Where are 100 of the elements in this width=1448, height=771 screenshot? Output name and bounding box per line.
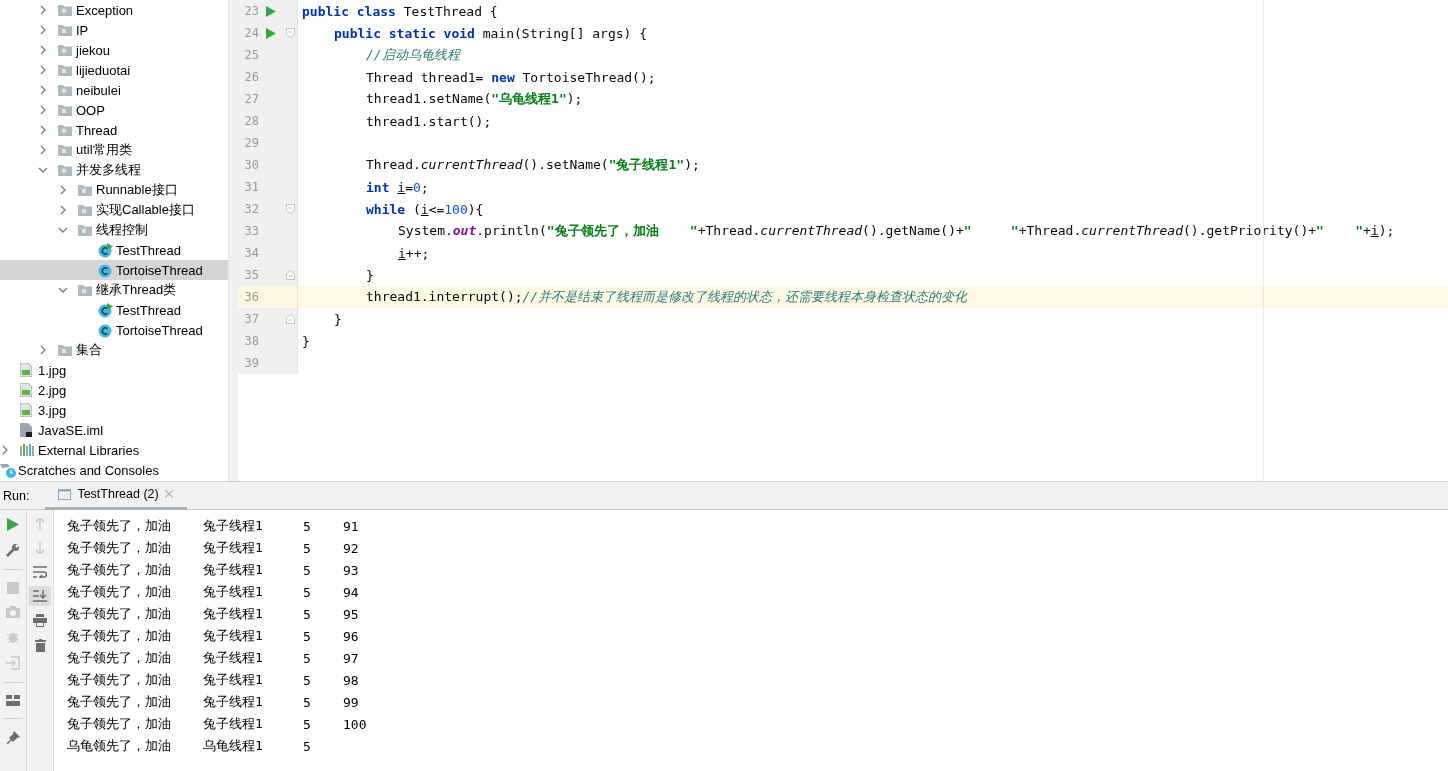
output-thread-name: 乌龟线程1	[203, 737, 264, 755]
tree-item[interactable]: 2.jpg	[0, 380, 228, 400]
tree-item-label: OOP	[76, 102, 105, 118]
code-line: thread1.start();	[365, 113, 492, 129]
output-count: 100	[343, 716, 368, 732]
soft-wrap-icon[interactable]	[33, 566, 47, 578]
run-tab[interactable]: TestThread (2)	[45, 481, 187, 510]
chevron-right-icon[interactable]	[38, 345, 48, 355]
output-priority: 5	[303, 672, 312, 688]
tree-item[interactable]: 继承Thread类	[0, 280, 228, 300]
chevron-right-icon[interactable]	[38, 85, 48, 95]
output-thread-name: 兔子线程1	[203, 693, 264, 711]
code-line: }	[301, 333, 310, 349]
output-count: 97	[343, 650, 360, 666]
output-thread-name: 兔子线程1	[203, 627, 264, 645]
chevron-down-icon[interactable]	[38, 165, 48, 175]
tree-item[interactable]: Runnable接口	[0, 180, 228, 200]
tree-item-label: neibulei	[76, 82, 121, 98]
folder-icon	[58, 344, 72, 356]
folder-icon	[58, 144, 72, 156]
code-line: //启动乌龟线程	[365, 46, 460, 64]
chevron-right-icon[interactable]	[38, 145, 48, 155]
trash-icon[interactable]	[34, 639, 46, 652]
libraries-icon	[20, 444, 36, 456]
tree-item[interactable]: Thread	[0, 120, 228, 140]
tree-item[interactable]: TortoiseThread	[0, 260, 228, 280]
tree-item[interactable]: 3.jpg	[0, 400, 228, 420]
code-line: thread1.interrupt();//并不是结束了线程而是修改了线程的状态，还需要线程本身检查状态的变化	[365, 288, 968, 306]
chevron-right-icon[interactable]	[58, 205, 68, 215]
chevron-right-icon[interactable]	[0, 445, 10, 455]
run-icon[interactable]	[266, 27, 276, 39]
tree-item[interactable]: 线程控制	[0, 220, 228, 240]
code-line: }	[365, 267, 374, 283]
line-number: 26	[243, 70, 259, 84]
pin-icon[interactable]	[6, 731, 20, 744]
tree-item-label: 继承Thread类	[96, 281, 177, 299]
run-icon[interactable]	[7, 518, 19, 531]
chevron-right-icon[interactable]	[38, 105, 48, 115]
tree-item[interactable]: 实现Callable接口	[0, 200, 228, 220]
tree-item[interactable]: lijieduotai	[0, 60, 228, 80]
tree-item-label: External Libraries	[38, 442, 140, 458]
line-number: 25	[243, 48, 259, 62]
output-message: 兔子领先了，加油	[67, 517, 172, 535]
tree-item-label: 实现Callable接口	[96, 201, 195, 219]
chevron-right-icon[interactable]	[38, 45, 48, 55]
tree-item-label: Thread	[76, 122, 118, 138]
line-number: 38	[243, 334, 259, 348]
line-number: 34	[243, 246, 259, 260]
line-number: 28	[243, 114, 259, 128]
code-line: Thread.currentThread().setName("兔子线程1");	[365, 156, 700, 174]
output-thread-name: 兔子线程1	[203, 671, 264, 689]
image-file-icon	[20, 383, 32, 397]
tree-item[interactable]: jiekou	[0, 40, 228, 60]
tree-item[interactable]: neibulei	[0, 80, 228, 100]
output-thread-name: 兔子线程1	[203, 583, 264, 601]
tree-item[interactable]: util常用类	[0, 140, 228, 160]
tree-item[interactable]: OOP	[0, 100, 228, 120]
code-line: Thread thread1= new TortoiseThread();	[365, 69, 656, 85]
code-line: i++;	[397, 245, 430, 261]
chevron-down-icon[interactable]	[58, 285, 68, 295]
folder-icon	[78, 224, 92, 236]
chevron-right-icon[interactable]	[38, 65, 48, 75]
folder-icon	[58, 4, 72, 16]
folder-icon	[58, 164, 72, 176]
tree-item[interactable]: Scratches and Consoles	[0, 460, 228, 480]
chevron-right-icon[interactable]	[58, 185, 68, 195]
output-priority: 5	[303, 606, 312, 622]
tree-item[interactable]: TestThread	[0, 300, 228, 320]
output-message: 兔子领先了，加油	[67, 561, 172, 579]
chevron-down-icon[interactable]	[58, 225, 68, 235]
output-priority: 5	[303, 584, 312, 600]
output-message: 兔子领先了，加油	[67, 671, 172, 689]
print-icon[interactable]	[33, 614, 47, 627]
tree-item[interactable]: JavaSE.iml	[0, 420, 228, 440]
output-count: 99	[343, 694, 360, 710]
tree-item[interactable]: External Libraries	[0, 440, 228, 460]
tree-item[interactable]: Exception	[0, 0, 228, 20]
run-icon[interactable]	[266, 5, 276, 17]
output-message: 兔子领先了，加油	[67, 539, 172, 557]
output-count: 92	[343, 540, 360, 556]
tree-item-label: TestThread	[116, 242, 182, 258]
output-message: 兔子领先了，加油	[67, 627, 172, 645]
chevron-right-icon[interactable]	[38, 5, 48, 15]
line-number: 37	[243, 312, 259, 326]
tree-item[interactable]: 1.jpg	[0, 360, 228, 380]
scroll-to-end-toggle[interactable]	[29, 586, 51, 606]
tree-item-label: 2.jpg	[38, 382, 67, 398]
output-message: 乌龟领先了，加油	[67, 737, 172, 755]
chevron-right-icon[interactable]	[38, 25, 48, 35]
code-line: public class TestThread {	[301, 3, 498, 19]
tree-item[interactable]: IP	[0, 20, 228, 40]
output-thread-name: 兔子线程1	[203, 561, 264, 579]
tree-item[interactable]: 并发多线程	[0, 160, 228, 180]
tree-item[interactable]: TestThread	[0, 240, 228, 260]
wrench-icon[interactable]	[6, 543, 20, 557]
tree-item[interactable]: TortoiseThread	[0, 320, 228, 340]
layout-icon[interactable]	[6, 695, 20, 706]
tree-item[interactable]: 集合	[0, 340, 228, 360]
output-message: 兔子领先了，加油	[67, 693, 172, 711]
chevron-right-icon[interactable]	[38, 125, 48, 135]
